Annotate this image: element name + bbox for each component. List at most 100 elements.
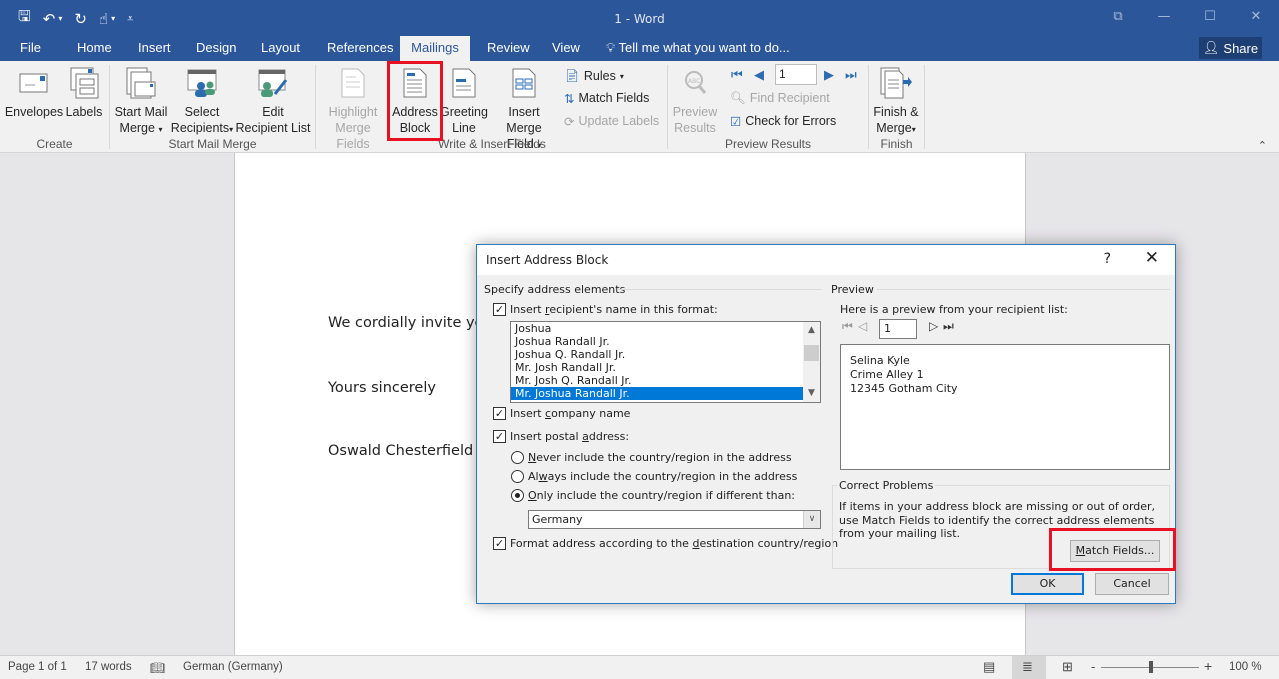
address-block-button[interactable]: Address Block bbox=[389, 65, 441, 136]
save-icon[interactable]: 🖫 bbox=[18, 6, 31, 31]
checkbox-checked[interactable]: ✓ bbox=[493, 537, 506, 550]
window-controls: ⧉ — ☐ ✕ bbox=[1095, 0, 1279, 32]
radio-unselected[interactable] bbox=[511, 451, 524, 464]
preview-record-input[interactable]: 1 bbox=[879, 319, 917, 339]
match-fields-button[interactable]: Match Fields... bbox=[1070, 540, 1160, 562]
close-dialog-button[interactable]: ✕ bbox=[1145, 248, 1159, 268]
zoom-in-button[interactable]: + bbox=[1204, 658, 1212, 674]
select-recipients-button[interactable]: Select Recipients▾ bbox=[170, 65, 234, 138]
close-window-button[interactable]: ✕ bbox=[1233, 0, 1279, 32]
proofing-icon[interactable]: 📖︎ bbox=[150, 661, 165, 675]
tab-design[interactable]: Design bbox=[186, 36, 246, 61]
next-record-button[interactable]: ▶ bbox=[824, 67, 834, 83]
chevron-down-icon[interactable]: ∨ bbox=[803, 511, 820, 528]
preview-results-button[interactable]: ABC Preview Results bbox=[670, 65, 720, 136]
check-for-errors-button[interactable]: ☑ Check for Errors bbox=[730, 111, 836, 131]
edit-recipient-list-icon bbox=[234, 65, 312, 101]
preview-intro: Here is a preview from your recipient li… bbox=[840, 303, 1068, 316]
radio-selected[interactable] bbox=[511, 489, 524, 502]
share-button[interactable]: 👤︎ Share bbox=[1199, 37, 1262, 59]
customize-qat-icon[interactable]: ⩡ bbox=[127, 12, 133, 26]
tab-insert[interactable]: Insert bbox=[128, 36, 181, 61]
insert-postal-address-checkbox[interactable]: ✓ Insert postal address: bbox=[493, 430, 629, 443]
word-count[interactable]: 17 words bbox=[85, 661, 132, 673]
language[interactable]: German (Germany) bbox=[183, 661, 283, 673]
first-record-button[interactable]: ⏮︎ bbox=[731, 67, 743, 83]
touch-dropdown-icon[interactable]: ▾ bbox=[111, 14, 115, 23]
tab-home[interactable]: Home bbox=[67, 36, 122, 61]
highlight-merge-fields-button[interactable]: Highlight Merge Fields bbox=[318, 65, 388, 152]
edit-recipient-list-button[interactable]: Edit Recipient List bbox=[234, 65, 312, 136]
start-mail-merge-button[interactable]: Start Mail Merge ▾ bbox=[112, 65, 170, 138]
correct-problems-label: Correct Problems bbox=[837, 479, 936, 492]
tell-me-search[interactable]: 💡︎ Tell me what you want to do... bbox=[606, 36, 790, 61]
undo-icon[interactable]: ↶ bbox=[43, 10, 56, 28]
find-recipient-button[interactable]: 🔍︎ Find Recipient bbox=[730, 88, 830, 108]
record-number-input[interactable]: 1 bbox=[775, 64, 817, 85]
name-format-listbox[interactable]: Joshua Joshua Randall Jr. Joshua Q. Rand… bbox=[510, 321, 821, 403]
scrollbar-thumb[interactable] bbox=[804, 345, 819, 361]
collapse-ribbon-icon[interactable]: ⌃ bbox=[1258, 139, 1267, 152]
page-count[interactable]: Page 1 of 1 bbox=[8, 661, 67, 673]
undo-dropdown-icon[interactable]: ▾ bbox=[58, 14, 62, 23]
only-include-if-different-radio[interactable]: Only include the country/region if diffe… bbox=[511, 489, 795, 502]
list-item[interactable]: Mr. Josh Randall Jr. bbox=[511, 361, 820, 374]
cancel-button[interactable]: Cancel bbox=[1095, 573, 1169, 595]
divider bbox=[877, 289, 1170, 290]
labels-button[interactable]: Labels bbox=[64, 65, 104, 120]
redo-icon[interactable]: ↻ bbox=[74, 10, 87, 28]
envelopes-button[interactable]: Envelopes bbox=[4, 65, 64, 120]
tab-view[interactable]: View bbox=[542, 36, 590, 61]
maximize-button[interactable]: ☐ bbox=[1187, 0, 1233, 32]
list-item[interactable]: Joshua Q. Randall Jr. bbox=[511, 348, 820, 361]
tab-layout[interactable]: Layout bbox=[251, 36, 310, 61]
minimize-button[interactable]: — bbox=[1141, 0, 1187, 32]
zoom-out-button[interactable]: - bbox=[1091, 659, 1095, 674]
zoom-level[interactable]: 100 % bbox=[1229, 661, 1262, 673]
previous-record-button[interactable]: ◀ bbox=[754, 67, 764, 83]
tab-review[interactable]: Review bbox=[477, 36, 540, 61]
insert-recipient-name-checkbox[interactable]: ✓ Insert recipient's name in this format… bbox=[493, 303, 718, 316]
match-fields-ribbon-button[interactable]: ⇅ Match Fields bbox=[564, 88, 649, 108]
help-button[interactable]: ? bbox=[1104, 251, 1111, 267]
rules-button[interactable]: 📄︎ Rules ▾ bbox=[564, 66, 624, 86]
checkbox-checked[interactable]: ✓ bbox=[493, 430, 506, 443]
listbox-scrollbar[interactable]: ▲ ▼ bbox=[803, 322, 820, 402]
insert-company-name-checkbox[interactable]: ✓ Insert company name bbox=[493, 407, 630, 420]
labels-icon bbox=[64, 65, 104, 101]
list-item-selected[interactable]: Mr. Joshua Randall Jr. bbox=[511, 387, 803, 400]
next-preview-record-icon[interactable]: ▷ bbox=[929, 319, 938, 333]
format-by-destination-checkbox[interactable]: ✓ Format address according to the destin… bbox=[493, 537, 838, 550]
checkbox-checked[interactable]: ✓ bbox=[493, 303, 506, 316]
last-record-button[interactable]: ⏭︎ bbox=[845, 67, 857, 83]
always-include-country-radio[interactable]: Always include the country/region in the… bbox=[511, 470, 797, 483]
first-preview-record-icon[interactable]: ⏮︎ bbox=[842, 319, 853, 334]
radio-unselected[interactable] bbox=[511, 470, 524, 483]
read-mode-icon[interactable]: ▤ bbox=[983, 659, 995, 675]
doc-paragraph: Oswald Chesterfield C bbox=[328, 443, 488, 459]
find-recipient-icon: 🔍︎ bbox=[730, 90, 746, 105]
web-layout-icon[interactable]: ⊞ bbox=[1062, 659, 1073, 675]
previous-preview-record-icon[interactable]: ◁ bbox=[858, 319, 867, 333]
greeting-line-button[interactable]: Greeting Line bbox=[440, 65, 488, 136]
update-labels-button[interactable]: ⟳ Update Labels bbox=[564, 111, 659, 131]
tab-references[interactable]: References bbox=[317, 36, 403, 61]
tab-mailings[interactable]: Mailings bbox=[400, 36, 470, 61]
ribbon-display-options-icon[interactable]: ⧉ bbox=[1095, 0, 1141, 32]
list-item[interactable]: Mr. Josh Q. Randall Jr. bbox=[511, 374, 820, 387]
list-item[interactable]: Joshua bbox=[511, 322, 820, 335]
country-dropdown[interactable]: Germany ∨ bbox=[528, 510, 821, 529]
last-preview-record-icon[interactable]: ⏭︎ bbox=[943, 319, 954, 334]
zoom-slider-thumb[interactable] bbox=[1149, 661, 1153, 673]
tab-file[interactable]: File bbox=[10, 36, 51, 61]
scroll-down-icon[interactable]: ▼ bbox=[803, 388, 820, 398]
dropdown-arrow-icon: ▾ bbox=[229, 125, 234, 134]
list-item[interactable]: Joshua Randall Jr. bbox=[511, 335, 820, 348]
ok-button[interactable]: OK bbox=[1011, 573, 1084, 595]
never-include-country-radio[interactable]: Never include the country/region in the … bbox=[511, 451, 792, 464]
touch-mode-icon[interactable]: ☝ bbox=[99, 10, 108, 28]
finish-merge-button[interactable]: Finish & Merge▾ bbox=[870, 65, 922, 138]
scroll-up-icon[interactable]: ▲ bbox=[803, 325, 820, 335]
print-layout-icon[interactable]: ≣ bbox=[1022, 659, 1033, 675]
checkbox-checked[interactable]: ✓ bbox=[493, 407, 506, 420]
